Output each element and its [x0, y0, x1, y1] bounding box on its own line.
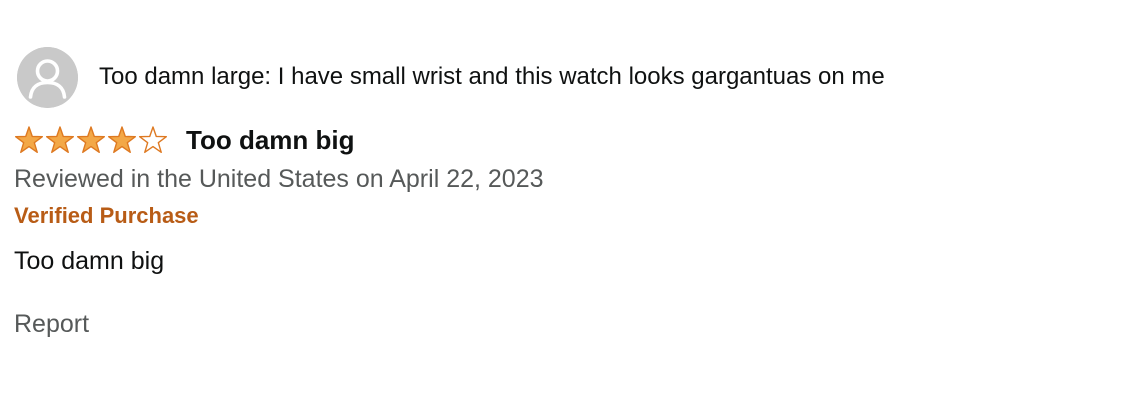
star-filled-icon: [107, 126, 137, 154]
review-card: Too damn large: I have small wrist and t…: [14, 44, 1114, 340]
verified-purchase-badge[interactable]: Verified Purchase: [14, 202, 1114, 230]
reviewer-name[interactable]: Too damn large: I have small wrist and t…: [99, 62, 885, 92]
review-title[interactable]: Too damn big: [186, 124, 355, 156]
avatar[interactable]: [17, 46, 78, 108]
star-filled-icon: [14, 126, 44, 154]
star-filled-icon: [76, 126, 106, 154]
rating-row: Too damn big: [14, 120, 1114, 160]
report-link[interactable]: Report: [14, 308, 89, 340]
default-user-avatar-icon: [17, 46, 78, 108]
star-rating[interactable]: [14, 125, 168, 155]
review-body: Too damn big: [14, 247, 165, 275]
review-date: Reviewed in the United States on April 2…: [14, 165, 544, 193]
star-empty-icon: [138, 126, 168, 154]
reviewer-profile[interactable]: Too damn large: I have small wrist and t…: [14, 44, 1114, 110]
star-filled-icon: [45, 126, 75, 154]
